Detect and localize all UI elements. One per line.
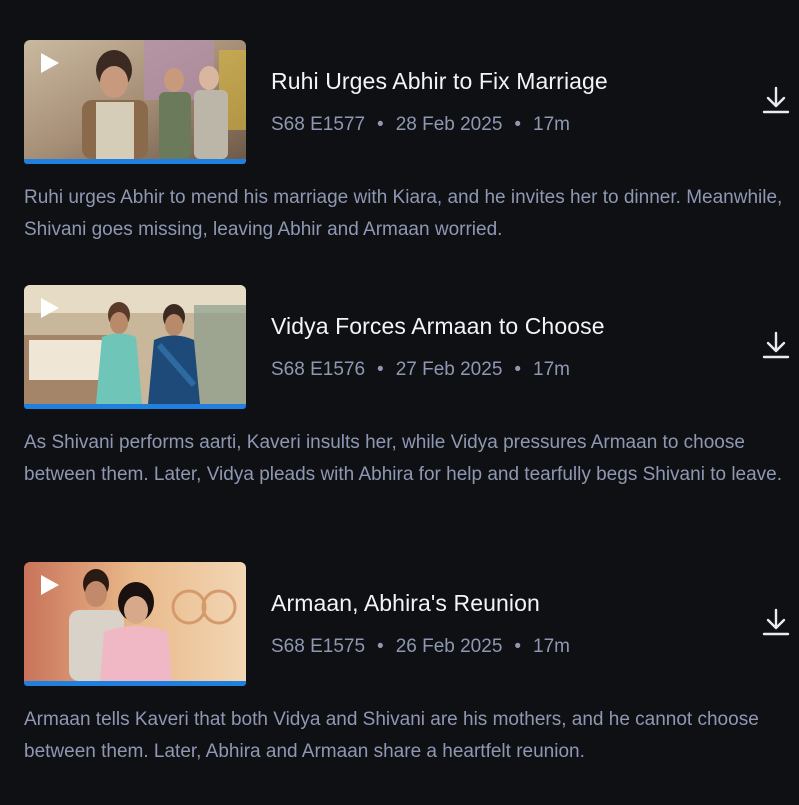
episode-duration: 17m [533,114,571,135]
episode-code: S68 E1577 [271,114,366,135]
watch-progress-fill [24,404,246,409]
episode-title[interactable]: Ruhi Urges Abhir to Fix Marriage [271,68,608,95]
separator-dot: • [377,114,384,135]
watch-progress-fill [24,159,246,164]
watch-progress-bar [24,159,246,164]
separator-dot: • [514,359,522,380]
episode-date: 27 Feb 2025 [395,359,503,380]
episode-list: Ruhi Urges Abhir to Fix Marriage S68 E15… [0,0,799,805]
play-icon[interactable] [38,574,60,596]
episode-meta: S68 E1577 • 28 Feb 2025 • 17m [271,114,570,136]
download-icon[interactable] [760,329,792,361]
episode-code: S68 E1575 [271,636,366,657]
episode-title[interactable]: Armaan, Abhira's Reunion [271,590,540,617]
download-icon[interactable] [760,84,792,116]
episode-thumbnail[interactable] [24,285,246,411]
episode-date: 26 Feb 2025 [395,636,503,657]
episode-code: S68 E1576 [271,359,366,380]
separator-dot: • [514,636,522,657]
play-icon[interactable] [38,52,60,74]
play-icon[interactable] [38,297,60,319]
episode-description: Ruhi urges Abhir to mend his marriage wi… [24,187,783,240]
episode-title[interactable]: Vidya Forces Armaan to Choose [271,313,605,340]
episode-thumbnail[interactable] [24,562,246,688]
separator-dot: • [514,114,522,135]
episode-thumbnail[interactable] [24,40,246,166]
episode-date: 28 Feb 2025 [395,114,503,135]
separator-dot: • [377,636,384,657]
episode-description: Armaan tells Kaveri that both Vidya and … [24,709,759,762]
watch-progress-fill [24,681,246,686]
episode-meta: S68 E1575 • 26 Feb 2025 • 17m [271,636,570,658]
watch-progress-bar [24,681,246,686]
watch-progress-bar [24,404,246,409]
episode-description: As Shivani performs aarti, Kaveri insult… [24,432,783,485]
download-icon[interactable] [760,606,792,638]
separator-dot: • [377,359,384,380]
episode-duration: 17m [533,636,571,657]
episode-meta: S68 E1576 • 27 Feb 2025 • 17m [271,359,570,381]
episode-duration: 17m [533,359,571,380]
